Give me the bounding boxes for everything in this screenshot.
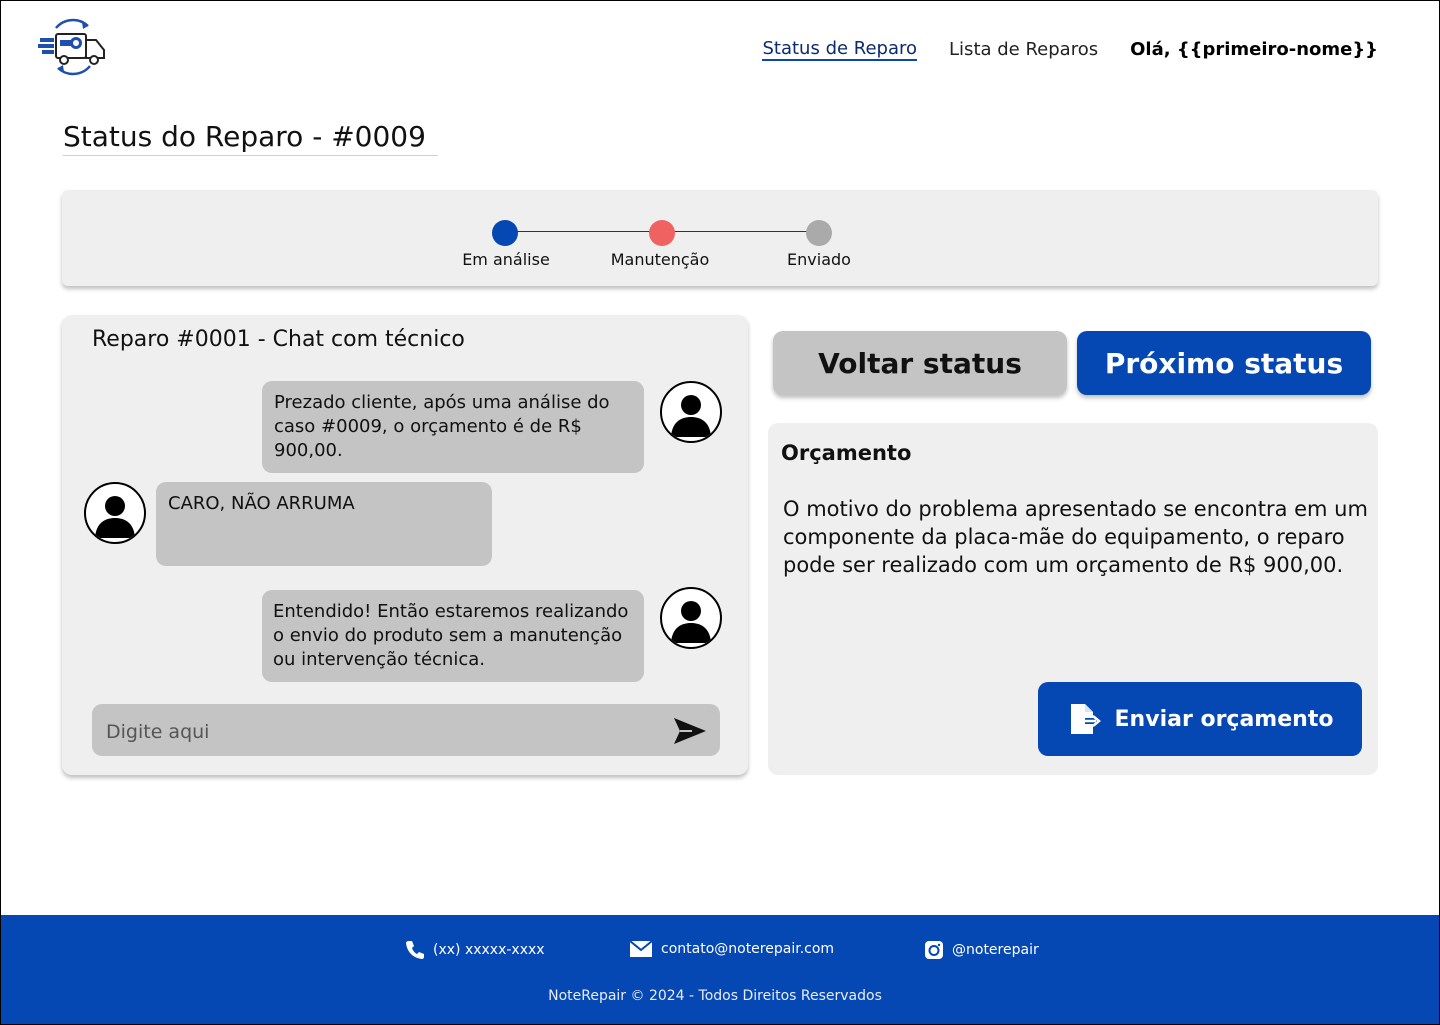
step-dot-enviado — [806, 220, 832, 246]
footer-email-text: contato@noterepair.com — [661, 941, 835, 957]
footer-phone[interactable]: (xx) xxxxx-xxxx — [405, 940, 545, 960]
footer: (xx) xxxxx-xxxx contato@noterepair.com @… — [0, 915, 1440, 1025]
footer-instagram-text: @noterepair — [952, 942, 1039, 958]
chat-input-box — [92, 704, 720, 756]
step-dot-manutencao — [649, 220, 675, 246]
user-greeting: Olá, {{primeiro-nome}} — [1130, 39, 1378, 60]
chat-message-client: CARO, NÃO ARRUMA — [156, 482, 492, 566]
top-nav: Status de Reparo Lista de Reparos Olá, {… — [762, 38, 1378, 61]
client-avatar-icon — [84, 482, 146, 544]
budget-title: Orçamento — [781, 441, 912, 465]
budget-panel: Orçamento O motivo do problema apresenta… — [768, 423, 1378, 775]
send-budget-button[interactable]: Enviar orçamento — [1038, 682, 1362, 756]
chat-message-technician: Entendido! Então estaremos realizando o … — [262, 590, 644, 682]
step-label-em-analise: Em análise — [462, 250, 550, 269]
logo[interactable] — [36, 18, 110, 76]
technician-avatar-icon — [660, 587, 722, 649]
step-dot-em-analise — [492, 220, 518, 246]
next-status-button[interactable]: Próximo status — [1077, 331, 1371, 395]
chat-message-input[interactable] — [92, 704, 652, 756]
repair-progress: Em análise Manutenção Enviado — [62, 190, 1378, 286]
nav-lista-de-reparos[interactable]: Lista de Reparos — [949, 39, 1098, 60]
footer-email[interactable]: contato@noterepair.com — [629, 940, 834, 958]
footer-copyright: NoteRepair © 2024 - Todos Direitos Reser… — [548, 988, 882, 1004]
send-budget-label: Enviar orçamento — [1114, 706, 1334, 732]
step-label-manutencao: Manutenção — [610, 250, 710, 269]
technician-avatar-icon — [660, 381, 722, 443]
mail-icon — [629, 940, 653, 957]
chat-title: Reparo #0001 - Chat com técnico — [92, 327, 465, 352]
step-label-enviado: Enviado — [787, 250, 851, 269]
footer-phone-text: (xx) xxxxx-xxxx — [433, 942, 545, 958]
budget-description: O motivo do problema apresentado se enco… — [783, 497, 1368, 577]
footer-instagram[interactable]: @noterepair — [924, 940, 1039, 960]
file-export-icon — [1070, 704, 1101, 734]
page-title: Status do Reparo - #0009 — [63, 120, 438, 156]
back-status-button[interactable]: Voltar status — [773, 331, 1067, 395]
send-icon[interactable] — [672, 716, 708, 746]
chat-panel: Reparo #0001 - Chat com técnico Prezado … — [62, 315, 748, 775]
nav-status-de-reparo[interactable]: Status de Reparo — [762, 38, 918, 61]
instagram-icon — [925, 941, 943, 959]
phone-icon — [406, 941, 424, 959]
chat-message-technician: Prezado cliente, após uma análise do cas… — [262, 381, 644, 473]
